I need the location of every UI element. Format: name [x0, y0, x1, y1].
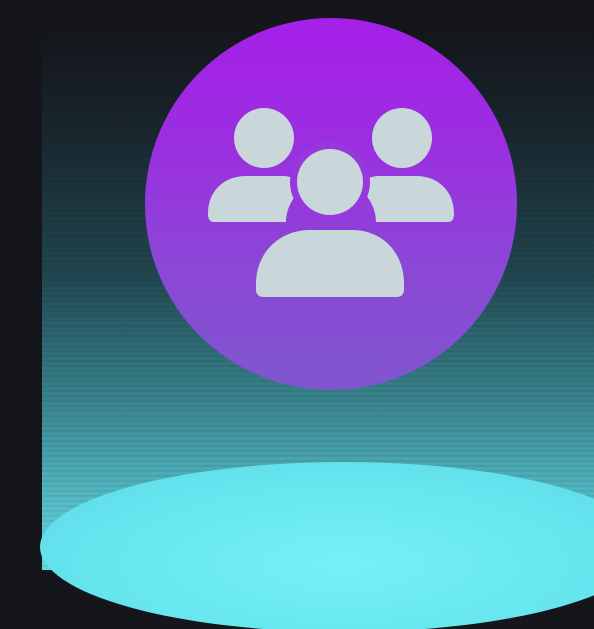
group-badge — [145, 18, 517, 390]
community-illustration — [0, 0, 594, 629]
user-group-icon — [208, 108, 454, 297]
